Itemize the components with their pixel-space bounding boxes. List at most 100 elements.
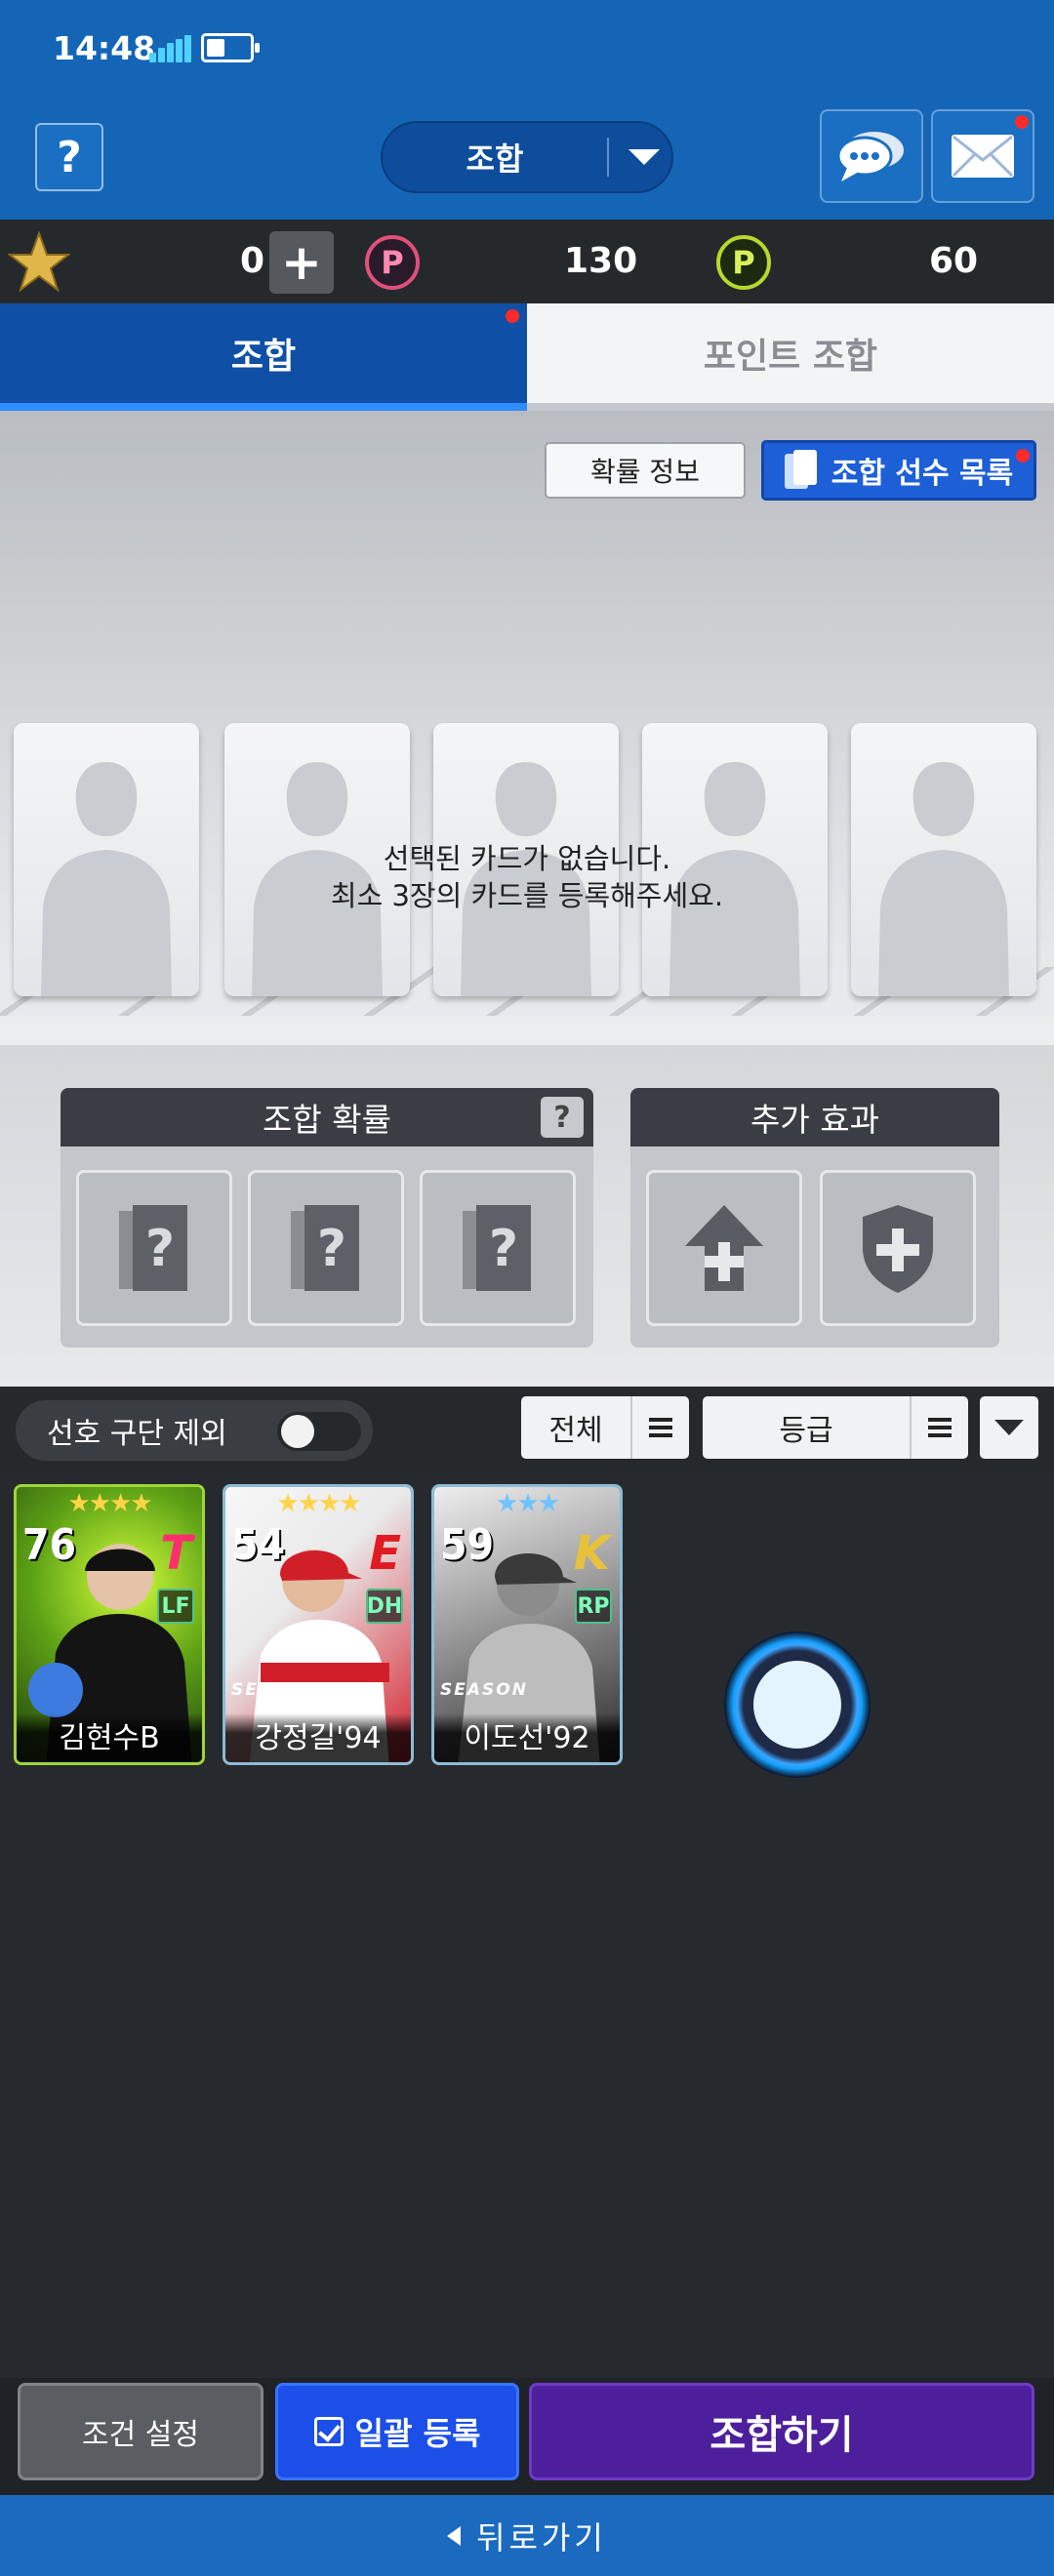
grade-stars: ★★★★ [276, 1489, 361, 1518]
mystery-card-icon: ? [291, 1205, 359, 1291]
empty-message-line1: 선택된 카드가 없습니다. [383, 842, 671, 875]
all-filter-button[interactable]: 전체 [521, 1396, 689, 1459]
player-list-label: 조합 선수 목록 [831, 457, 1014, 491]
mail-icon [952, 135, 1014, 178]
player-card-list: ★★★★ 76 T LF 김현수B ★★★★ 54 E DH SEASON 강정… [0, 1470, 1054, 2378]
all-filter-label: 전체 [548, 1414, 603, 1448]
player-card[interactable]: ★★★★ 54 E DH SEASON 강정길'94 [223, 1484, 414, 1765]
grade-sort-button[interactable]: 등급 [703, 1396, 968, 1459]
team-logo: T [160, 1526, 192, 1581]
probability-slot: ? [76, 1170, 232, 1326]
mail-notification-dot [1015, 115, 1029, 129]
season-label: SEASON [440, 1680, 528, 1700]
filter-bar: 선호 구단 제외 전체 등급 [0, 1387, 1054, 1470]
card-slot-area: 확률 정보 조합 선수 목록 선택된 카드가 없습니다. 최소 3장의 카드를 … [0, 411, 1054, 1045]
empty-slot-message: 선택된 카드가 없습니다. 최소 3장의 카드를 등록해주세요. [0, 840, 1054, 914]
mail-button[interactable] [931, 109, 1034, 203]
overall-rating: 76 [22, 1520, 77, 1570]
grade-sort-label: 등급 [779, 1414, 833, 1448]
team-logo: E [369, 1526, 401, 1581]
mode-dropdown[interactable]: 조합 [381, 121, 673, 193]
exclude-favorite-team-toggle[interactable] [277, 1412, 361, 1451]
probability-info-button[interactable]: 확률 정보 [545, 442, 746, 499]
mystery-mark: ? [145, 1220, 175, 1278]
list-notification-dot [1016, 449, 1030, 463]
combine-button[interactable]: 조합하기 [529, 2383, 1034, 2480]
signal-icon [149, 35, 191, 62]
probability-slot: ? [420, 1170, 576, 1326]
p-coin-red-icon: P [365, 235, 420, 290]
toggle-knob [281, 1415, 314, 1448]
p-coin-green-icon: P [716, 235, 771, 290]
extra-effect-panel: 추가 효과 [630, 1088, 999, 1348]
player-card[interactable]: ★★★ 59 K RP SEASON 이도선'92 [431, 1484, 623, 1765]
exclude-favorite-team-label: 선호 구단 제외 [47, 1417, 227, 1451]
effect-slot-shield[interactable] [820, 1170, 976, 1326]
effect-slot-boost[interactable] [646, 1170, 802, 1326]
effect-panel-header: 추가 효과 [630, 1088, 999, 1147]
tab-point-combine[interactable]: 포인트 조합 [527, 303, 1054, 411]
player-card[interactable]: ★★★★ 76 T LF 김현수B [14, 1484, 205, 1765]
cards-icon [784, 450, 818, 491]
probability-panel-header: 조합 확률 ? [61, 1088, 593, 1147]
star-icon [8, 231, 70, 293]
battery-icon [201, 33, 260, 62]
position-badge: DH [366, 1589, 403, 1624]
probability-help-button[interactable]: ? [541, 1097, 584, 1138]
chat-button[interactable] [820, 109, 923, 203]
menu-icon [910, 1396, 968, 1459]
mode-dropdown-label: 조합 [466, 141, 524, 178]
chat-icon [836, 132, 904, 181]
status-time: 14:48 [53, 29, 156, 67]
mystery-card-icon: ? [119, 1205, 187, 1291]
bulk-register-button[interactable]: 일괄 등록 [275, 2383, 519, 2480]
tab-bar: 조합 포인트 조합 [0, 303, 1054, 411]
mystery-card-icon: ? [463, 1205, 531, 1291]
player-name: 이도선'92 [434, 1713, 620, 1762]
checkbox-icon [313, 2417, 344, 2446]
player-name: 강정길'94 [225, 1713, 411, 1762]
shield-plus-icon [863, 1205, 933, 1293]
back-button[interactable]: 뒤로가기 [0, 2495, 1054, 2576]
sort-order-button[interactable] [980, 1396, 1038, 1459]
grade-stars: ★★★ [496, 1489, 560, 1518]
back-arrow-icon [447, 2525, 462, 2546]
position-badge: LF [157, 1589, 194, 1624]
mystery-mark: ? [317, 1220, 346, 1278]
position-badge: RP [575, 1589, 612, 1624]
currency-bar: 0 + P 130 P 60 [0, 220, 1054, 303]
arrow-up-plus-icon [685, 1205, 763, 1291]
grade-stars: ★★★★ [67, 1489, 152, 1518]
team-logo: K [573, 1526, 610, 1581]
season-label: SEASON [231, 1680, 319, 1700]
mystery-mark: ? [489, 1220, 518, 1278]
green-point-count: 60 [929, 241, 979, 281]
chevron-down-icon [628, 149, 660, 165]
tab-combine[interactable]: 조합 [0, 303, 527, 411]
player-name: 김현수B [17, 1713, 202, 1762]
player-list-button[interactable]: 조합 선수 목록 [761, 440, 1036, 501]
probability-slot: ? [248, 1170, 404, 1326]
overall-rating: 54 [231, 1520, 286, 1570]
star-count: 0 [240, 241, 265, 281]
triangle-down-icon [994, 1420, 1024, 1435]
top-header: 14:48 ? 조합 [0, 0, 1054, 220]
floating-button-core [753, 1661, 841, 1749]
menu-icon [630, 1396, 689, 1459]
effect-panel-title: 추가 효과 [750, 1101, 879, 1139]
tab-notification-dot [506, 309, 519, 323]
help-button[interactable]: ? [35, 123, 103, 191]
dropdown-divider [607, 138, 609, 177]
bulk-register-label: 일괄 등록 [354, 2415, 481, 2452]
overall-rating: 59 [440, 1520, 495, 1570]
info-panel-area: 조합 확률 ? ? ? ? 추가 효과 [0, 1045, 1054, 1387]
back-label: 뒤로가기 [476, 2518, 607, 2556]
red-point-count: 130 [564, 241, 638, 281]
add-star-button[interactable]: + [269, 231, 334, 294]
combine-probability-panel: 조합 확률 ? ? ? ? [61, 1088, 593, 1348]
action-bar: 조건 설정 일괄 등록 조합하기 [0, 2378, 1054, 2495]
exclude-favorite-team-toggle-row: 선호 구단 제외 [16, 1400, 373, 1461]
condition-settings-button[interactable]: 조건 설정 [18, 2383, 264, 2480]
floating-assistive-button[interactable] [724, 1631, 871, 1778]
empty-message-line2: 최소 3장의 카드를 등록해주세요. [330, 879, 724, 912]
